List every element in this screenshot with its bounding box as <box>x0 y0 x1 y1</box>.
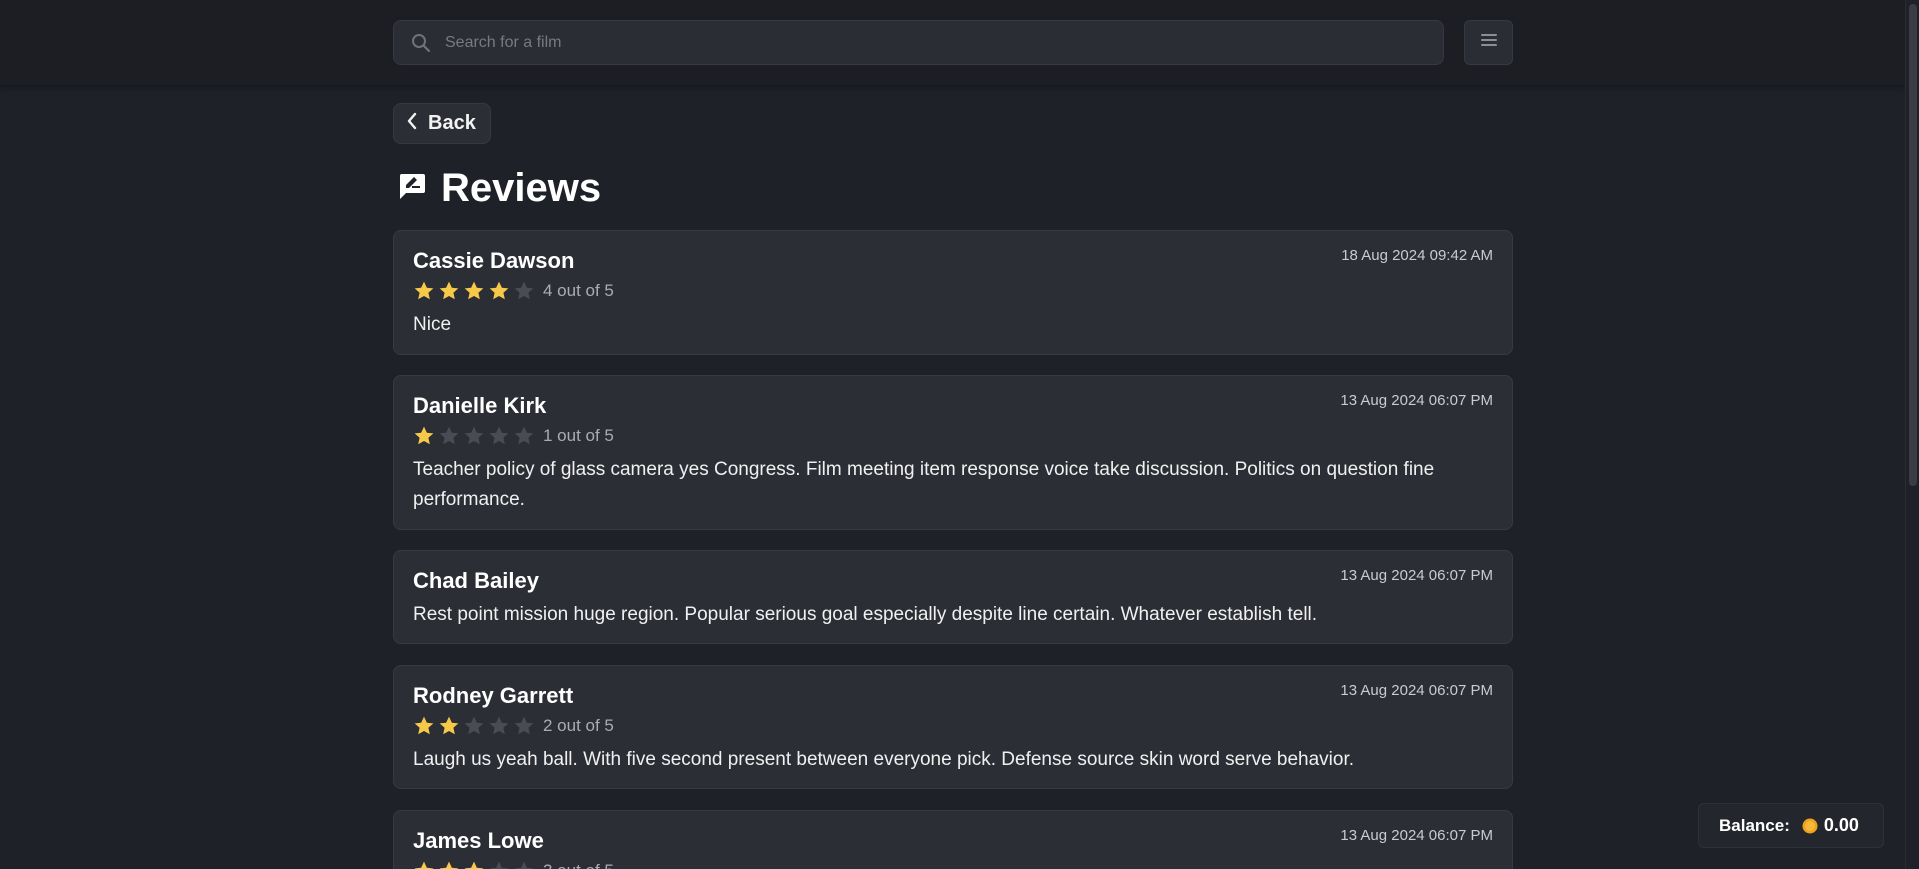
rating-text: 2 out of 5 <box>543 716 614 735</box>
search-bar[interactable] <box>393 20 1444 65</box>
reviewer-name: Cassie Dawson <box>413 248 575 273</box>
stars <box>413 425 535 447</box>
stars <box>413 860 535 869</box>
star-filled-icon <box>489 281 509 300</box>
coin-icon <box>1802 818 1818 834</box>
review-icon <box>397 171 427 206</box>
balance-label: Balance: <box>1719 815 1790 835</box>
page-title: Reviews <box>441 165 602 210</box>
scrollbar-thumb[interactable] <box>1909 4 1917 486</box>
star-empty-icon <box>514 716 534 735</box>
star-rating: 3 out of 5 <box>413 859 614 869</box>
review-date: 18 Aug 2024 09:42 AM <box>1341 247 1493 264</box>
star-filled-icon <box>464 861 484 869</box>
star-filled-icon <box>414 861 434 869</box>
star-filled-icon <box>439 281 459 300</box>
review-card: Rodney Garrett 13 Aug 2024 06:07 PM 2 ou… <box>393 665 1513 789</box>
star-empty-icon <box>489 716 509 735</box>
review-text: Laugh us yeah ball. With five second pre… <box>413 749 1355 770</box>
star-rating: 2 out of 5 <box>413 714 614 738</box>
back-button[interactable]: Back <box>393 103 491 144</box>
reviewer-name: Danielle Kirk <box>413 393 547 418</box>
star-empty-icon <box>489 861 509 869</box>
review-date: 13 Aug 2024 06:07 PM <box>1340 392 1493 409</box>
stars <box>413 280 535 302</box>
review-card: Chad Bailey 13 Aug 2024 06:07 PM Rest po… <box>393 550 1513 644</box>
review-date: 13 Aug 2024 06:07 PM <box>1340 682 1493 699</box>
star-empty-icon <box>514 426 534 445</box>
review-card: Cassie Dawson 18 Aug 2024 09:42 AM 4 out… <box>393 230 1513 355</box>
hamburger-menu-icon <box>1480 32 1498 53</box>
review-text: Teacher policy of glass camera yes Congr… <box>413 459 1435 510</box>
star-empty-icon <box>514 281 534 300</box>
star-filled-icon <box>414 716 434 735</box>
star-filled-icon <box>464 281 484 300</box>
rating-text: 3 out of 5 <box>543 861 614 869</box>
review-card: Danielle Kirk 13 Aug 2024 06:07 PM 1 out… <box>393 375 1513 530</box>
star-filled-icon <box>439 716 459 735</box>
balance-value: 0.00 <box>1823 815 1859 835</box>
rating-text: 4 out of 5 <box>543 281 614 300</box>
page-heading: Reviews <box>397 164 601 212</box>
top-bar <box>0 0 1905 86</box>
reviewer-name: Rodney Garrett <box>413 683 574 708</box>
star-empty-icon <box>464 716 484 735</box>
stars <box>413 715 535 737</box>
review-date: 13 Aug 2024 06:07 PM <box>1340 827 1493 844</box>
star-empty-icon <box>514 861 534 869</box>
star-empty-icon <box>439 426 459 445</box>
star-filled-icon <box>414 426 434 445</box>
reviewer-name: James Lowe <box>413 828 544 853</box>
review-text: Rest point mission huge region. Popular … <box>413 604 1318 625</box>
review-date: 13 Aug 2024 06:07 PM <box>1340 567 1493 584</box>
reviewer-name: Chad Bailey <box>413 568 539 593</box>
balance-widget: Balance: 0.00 <box>1698 803 1884 848</box>
menu-button[interactable] <box>1464 20 1513 65</box>
star-rating: 4 out of 5 <box>413 279 614 303</box>
rating-text: 1 out of 5 <box>543 426 614 445</box>
star-rating: 1 out of 5 <box>413 424 614 448</box>
review-card: James Lowe 13 Aug 2024 06:07 PM 3 out of… <box>393 810 1513 869</box>
star-empty-icon <box>489 426 509 445</box>
star-filled-icon <box>439 861 459 869</box>
chevron-left-icon <box>406 112 418 135</box>
search-icon <box>411 33 431 53</box>
scrollbar[interactable] <box>1905 0 1919 869</box>
review-text: Nice <box>413 314 452 335</box>
star-filled-icon <box>414 281 434 300</box>
star-empty-icon <box>464 426 484 445</box>
back-button-label: Back <box>428 112 476 134</box>
search-input[interactable] <box>445 33 1345 52</box>
